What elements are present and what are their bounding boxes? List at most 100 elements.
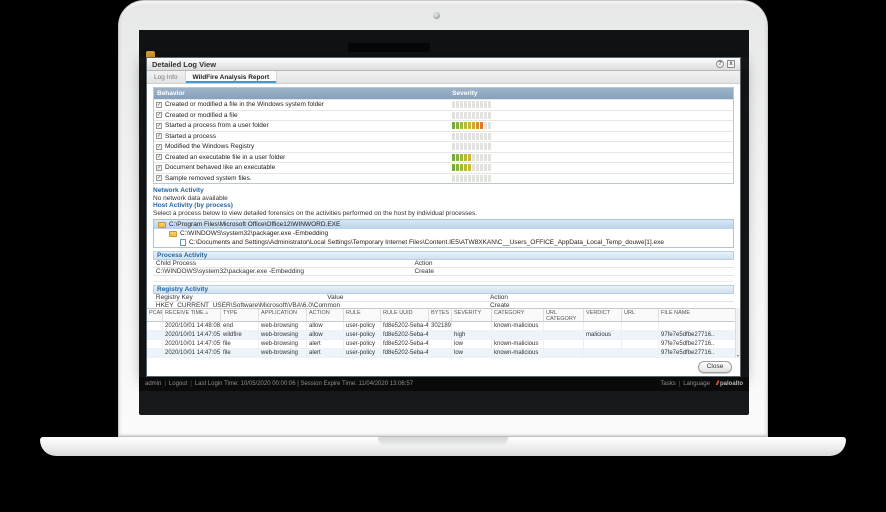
log-table-row[interactable]: 2020/10/01 14:47:05fileweb-browsingalert… bbox=[147, 349, 740, 358]
log-table-cell: alert bbox=[307, 349, 344, 357]
log-table-cell: 302189 bbox=[429, 322, 452, 330]
tab-wildfire-analysis-report[interactable]: WildFire Analysis Report bbox=[186, 71, 278, 83]
log-table-row[interactable]: 2020/10/01 14:47:05wildfireweb-browsinga… bbox=[147, 331, 740, 340]
severity-segment bbox=[472, 112, 475, 119]
log-table-cell bbox=[147, 349, 163, 357]
traffic-log-table: PCAPRECEIVE TIME ▵TYPEAPPLICATIONACTIONR… bbox=[147, 308, 740, 358]
severity-segment bbox=[488, 175, 491, 182]
process-path: C:\Documents and Settings\Administrator\… bbox=[189, 239, 664, 246]
log-table-row[interactable]: 2020/10/01 14:48:08endweb-browsingallowu… bbox=[147, 322, 740, 331]
process-activity-column-row: Child Process Action bbox=[153, 260, 734, 268]
tasks-link[interactable]: Tasks bbox=[660, 381, 675, 387]
process-tree-row[interactable]: C:\Program Files\Microsoft Office\Office… bbox=[154, 220, 733, 229]
app-header-background bbox=[139, 30, 749, 57]
severity-segment bbox=[472, 101, 475, 108]
laptop-mockup: Detailed Log View ? x Log InfoWildFire A… bbox=[0, 0, 886, 512]
log-column-header[interactable]: FILE NAME bbox=[659, 309, 737, 321]
help-icon[interactable]: ? bbox=[716, 60, 724, 68]
webcam-icon bbox=[433, 12, 440, 19]
log-table-cell bbox=[584, 349, 622, 357]
network-activity-empty-text: No network data available bbox=[153, 195, 734, 202]
log-column-header[interactable]: PCAP bbox=[147, 309, 163, 321]
severity-segment bbox=[488, 122, 491, 129]
behavior-row-left: ✓Sample removed system files. bbox=[154, 175, 452, 182]
severity-bars bbox=[452, 122, 492, 129]
process-tree-row[interactable]: C:\Documents and Settings\Administrator\… bbox=[154, 238, 733, 247]
log-table-cell: user-policy bbox=[344, 340, 381, 348]
severity-segment bbox=[476, 164, 479, 171]
registry-activity-column-row: Registry KeyValueAction bbox=[153, 294, 734, 302]
severity-segment bbox=[460, 154, 463, 161]
log-column-header[interactable]: RULE bbox=[344, 309, 381, 321]
behavior-row-left: ✓Started a process bbox=[154, 133, 452, 140]
folder-icon bbox=[158, 222, 166, 228]
log-table-cell bbox=[659, 322, 737, 330]
statusbar-separator: | bbox=[164, 381, 166, 387]
log-table-row[interactable]: 2020/10/01 14:47:05fileweb-browsingalert… bbox=[147, 340, 740, 349]
severity-segment bbox=[472, 133, 475, 140]
behavior-checkbox[interactable]: ✓ bbox=[156, 133, 162, 139]
severity-segment bbox=[464, 164, 467, 171]
log-column-header[interactable]: CATEGORY bbox=[492, 309, 544, 321]
behavior-table-header: Behavior Severity bbox=[154, 88, 733, 99]
log-table-cell bbox=[147, 322, 163, 330]
paloalto-brand-icon: /// bbox=[716, 381, 718, 387]
log-column-header[interactable]: VERDICT bbox=[584, 309, 622, 321]
log-table-cell: known-malicious bbox=[492, 340, 544, 348]
severity-segment bbox=[460, 175, 463, 182]
behavior-checkbox[interactable]: ✓ bbox=[156, 175, 162, 181]
log-column-header[interactable]: ACTION bbox=[307, 309, 344, 321]
process-tree-row[interactable]: C:\WINDOWS\system32\packager.exe -Embedd… bbox=[154, 229, 733, 238]
log-table-scrollbar[interactable]: ▾ bbox=[735, 308, 740, 358]
behavior-row-left: ✓Modified the Windows Registry bbox=[154, 143, 452, 150]
log-column-header[interactable]: APPLICATION bbox=[259, 309, 307, 321]
process-activity-row[interactable]: C:\WINDOWS\system32\packager.exe -Embedd… bbox=[153, 268, 734, 276]
severity-bars bbox=[452, 164, 492, 171]
log-column-header[interactable]: URL CATEGORY LIST bbox=[544, 309, 584, 321]
severity-bars bbox=[452, 101, 492, 108]
close-icon[interactable]: x bbox=[727, 60, 735, 68]
close-button[interactable]: Close bbox=[698, 361, 732, 373]
process-activity-column-header: Child Process bbox=[156, 260, 196, 268]
log-table-cell: user-policy bbox=[344, 349, 381, 357]
log-table-cell: 2020/10/01 14:47:05 bbox=[163, 331, 221, 339]
severity-segment bbox=[484, 122, 487, 129]
severity-segment bbox=[476, 143, 479, 150]
severity-segment bbox=[460, 101, 463, 108]
severity-segment bbox=[484, 175, 487, 182]
log-column-header[interactable]: BYTES bbox=[429, 309, 452, 321]
log-column-header[interactable]: RECEIVE TIME ▵ bbox=[163, 309, 221, 321]
log-table-cell: fd8e5202-5eba-49f.. bbox=[381, 349, 429, 357]
severity-segment bbox=[460, 164, 463, 171]
behavior-checkbox[interactable]: ✓ bbox=[156, 144, 162, 150]
log-column-header[interactable]: TYPE bbox=[221, 309, 259, 321]
log-column-header[interactable]: SEVERITY bbox=[452, 309, 492, 321]
language-link[interactable]: Language bbox=[683, 381, 710, 387]
behavior-row: ✓Created or modified a file bbox=[154, 110, 733, 121]
tab-log-info[interactable]: Log Info bbox=[147, 71, 186, 83]
behavior-checkbox[interactable]: ✓ bbox=[156, 102, 162, 108]
severity-segment bbox=[484, 143, 487, 150]
dialog-content: Behavior Severity ✓Created or modified a… bbox=[147, 84, 740, 308]
severity-segment bbox=[484, 133, 487, 140]
log-table-cell: 97fe7e5dfbe27716.. bbox=[659, 340, 737, 348]
log-table-cell: known-malicious bbox=[492, 322, 544, 330]
severity-segment bbox=[468, 154, 471, 161]
log-table-cell: wildfire bbox=[221, 331, 259, 339]
severity-bars bbox=[452, 143, 492, 150]
log-table-cell: file bbox=[221, 349, 259, 357]
scroll-down-icon[interactable]: ▾ bbox=[736, 353, 740, 358]
behavior-checkbox[interactable]: ✓ bbox=[156, 154, 162, 160]
behavior-row-left: ✓Started a process from a user folder bbox=[154, 122, 452, 129]
behavior-row: ✓Created an executable file in a user fo… bbox=[154, 152, 733, 163]
process-tree: C:\Program Files\Microsoft Office\Office… bbox=[153, 219, 734, 248]
behavior-checkbox[interactable]: ✓ bbox=[156, 165, 162, 171]
log-column-header[interactable]: RULE UUID bbox=[381, 309, 429, 321]
logout-link[interactable]: Logout bbox=[169, 381, 187, 387]
behavior-checkbox[interactable]: ✓ bbox=[156, 112, 162, 118]
log-column-header[interactable]: URL bbox=[622, 309, 659, 321]
behavior-checkbox[interactable]: ✓ bbox=[156, 123, 162, 129]
log-table-cell: low bbox=[452, 340, 492, 348]
log-table-cell bbox=[584, 322, 622, 330]
process-activity-column-header: Action bbox=[414, 260, 432, 268]
